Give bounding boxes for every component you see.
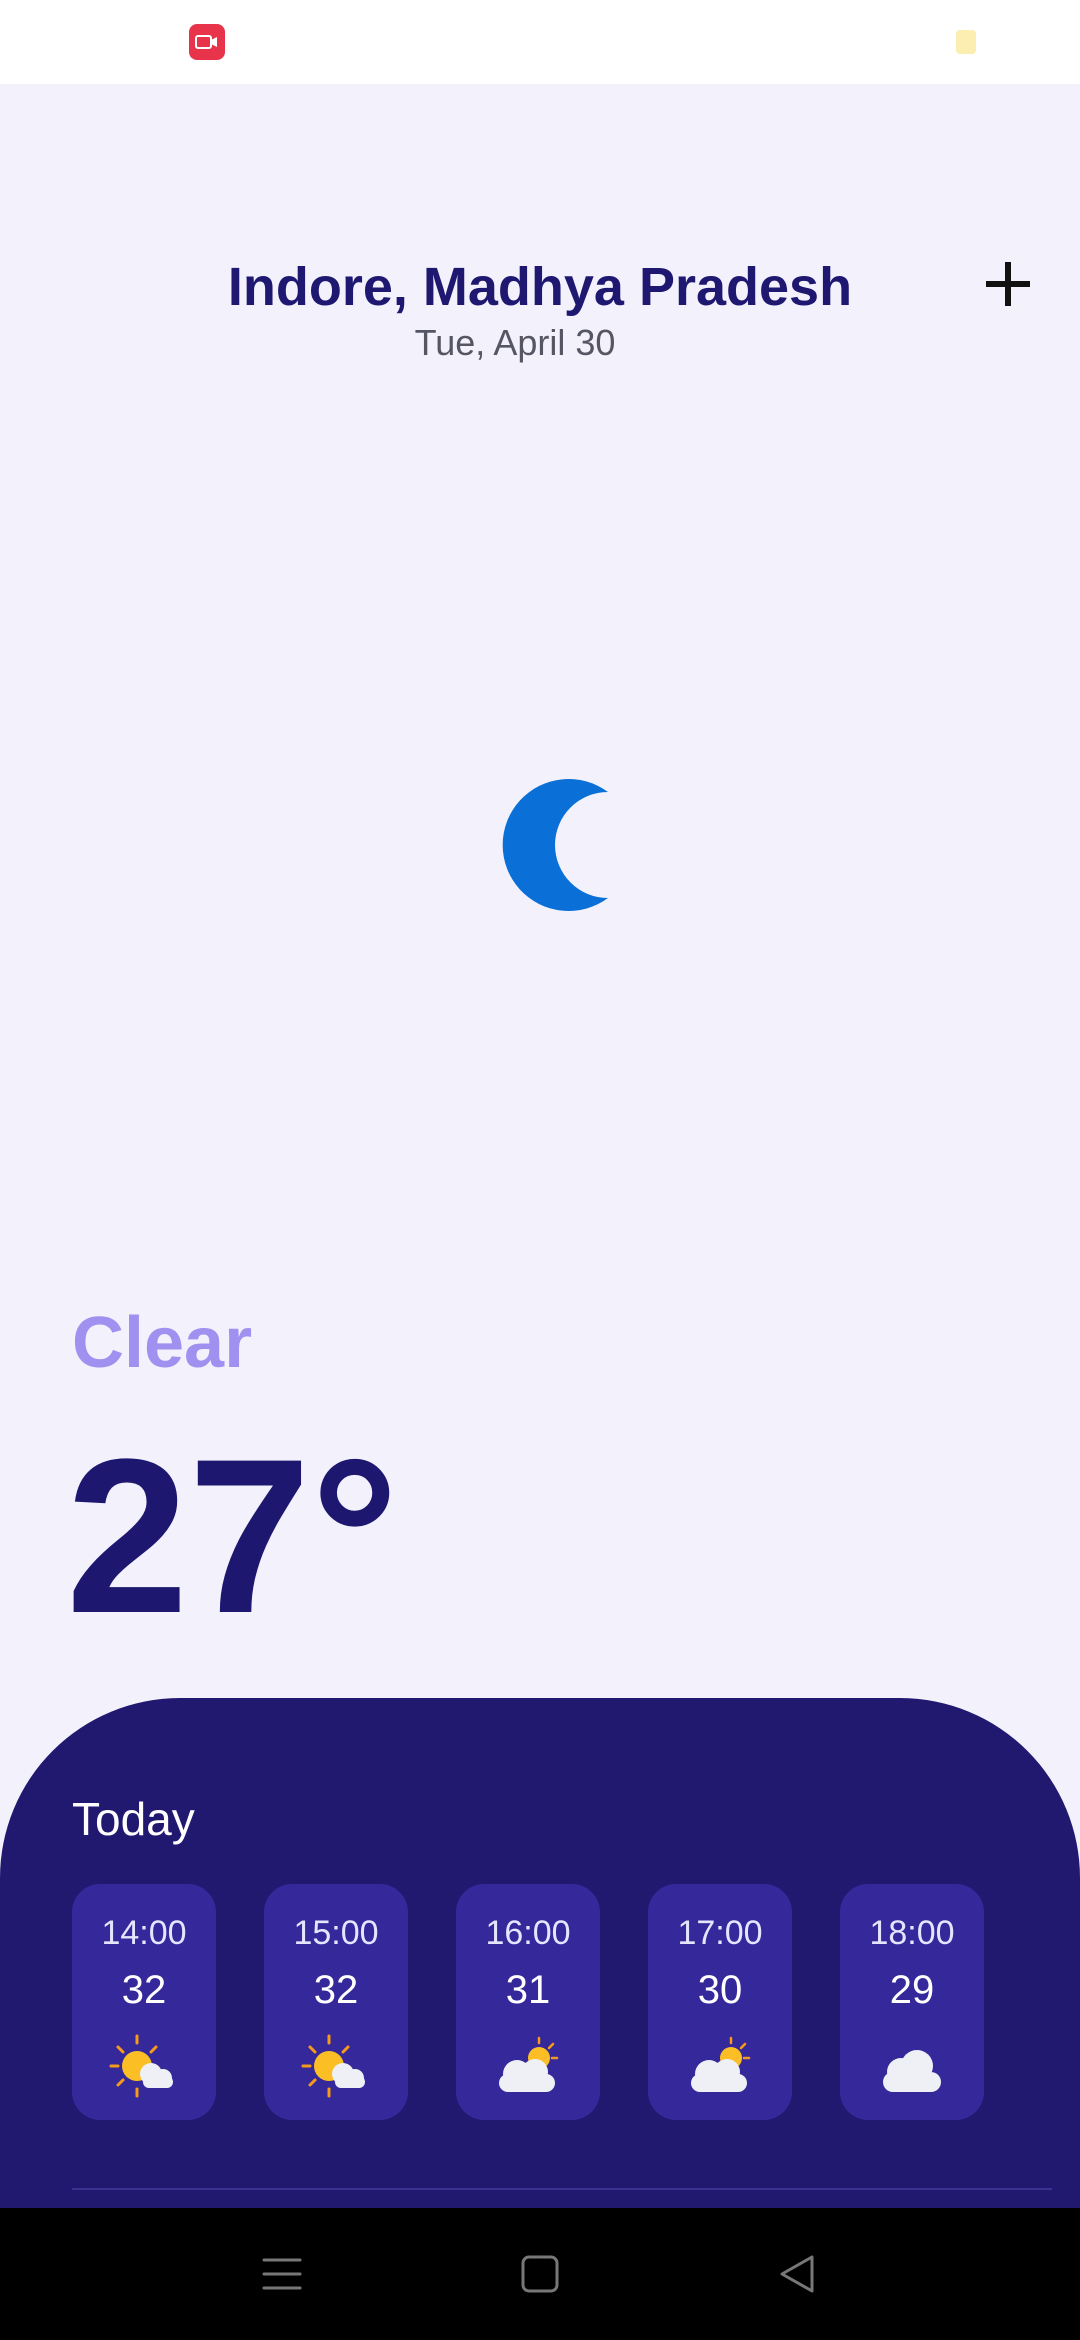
cloud-sun-icon	[685, 2034, 755, 2100]
hour-temp: 31	[505, 1968, 551, 2012]
moon-icon	[490, 770, 620, 920]
hour-time: 15:00	[293, 1914, 379, 1952]
status-bar	[0, 0, 1080, 84]
system-nav-bar	[0, 2208, 1080, 2340]
plus-icon	[986, 262, 1030, 306]
weather-condition: Clear	[72, 1303, 253, 1383]
cloud-icon	[877, 2034, 947, 2100]
hour-time: 18:00	[869, 1914, 955, 1952]
hour-temp: 30	[697, 1968, 743, 2012]
note-icon	[956, 30, 976, 54]
cloud-sun-icon	[493, 2034, 563, 2100]
location-title: Indore, Madhya Pradesh	[227, 257, 853, 317]
hour-time: 14:00	[101, 1914, 187, 1952]
screen-record-icon	[189, 24, 225, 60]
hour-card[interactable]: 16:00 31	[456, 1884, 600, 2120]
hour-temp: 32	[313, 1968, 359, 2012]
recents-button[interactable]	[260, 2252, 304, 2296]
sun-cloud-icon	[301, 2034, 371, 2100]
hour-temp: 29	[889, 1968, 935, 2012]
home-square-icon	[521, 2255, 559, 2293]
back-triangle-icon	[780, 2255, 814, 2293]
hour-card[interactable]: 18:00 29	[840, 1884, 984, 2120]
today-title: Today	[72, 1793, 195, 1845]
add-location-button[interactable]	[980, 256, 1036, 312]
current-temperature: 27°	[66, 1413, 399, 1659]
sun-cloud-icon	[109, 2034, 179, 2100]
back-button[interactable]	[776, 2252, 820, 2296]
hour-card[interactable]: 14:00 32	[72, 1884, 216, 2120]
hour-temp: 32	[121, 1968, 167, 2012]
hour-card[interactable]: 15:00 32	[264, 1884, 408, 2120]
menu-icon	[262, 2258, 302, 2290]
date-label: Tue, April 30	[414, 322, 616, 363]
hour-time: 16:00	[485, 1914, 571, 1952]
hour-card[interactable]: 17:00 30	[648, 1884, 792, 2120]
today-forecast-panel: Today 14:00 32 15:00 32 16:00 31 17:00 3…	[0, 1698, 1080, 2208]
hour-time: 17:00	[677, 1914, 763, 1952]
panel-divider	[72, 2188, 1052, 2190]
home-button[interactable]	[518, 2252, 562, 2296]
